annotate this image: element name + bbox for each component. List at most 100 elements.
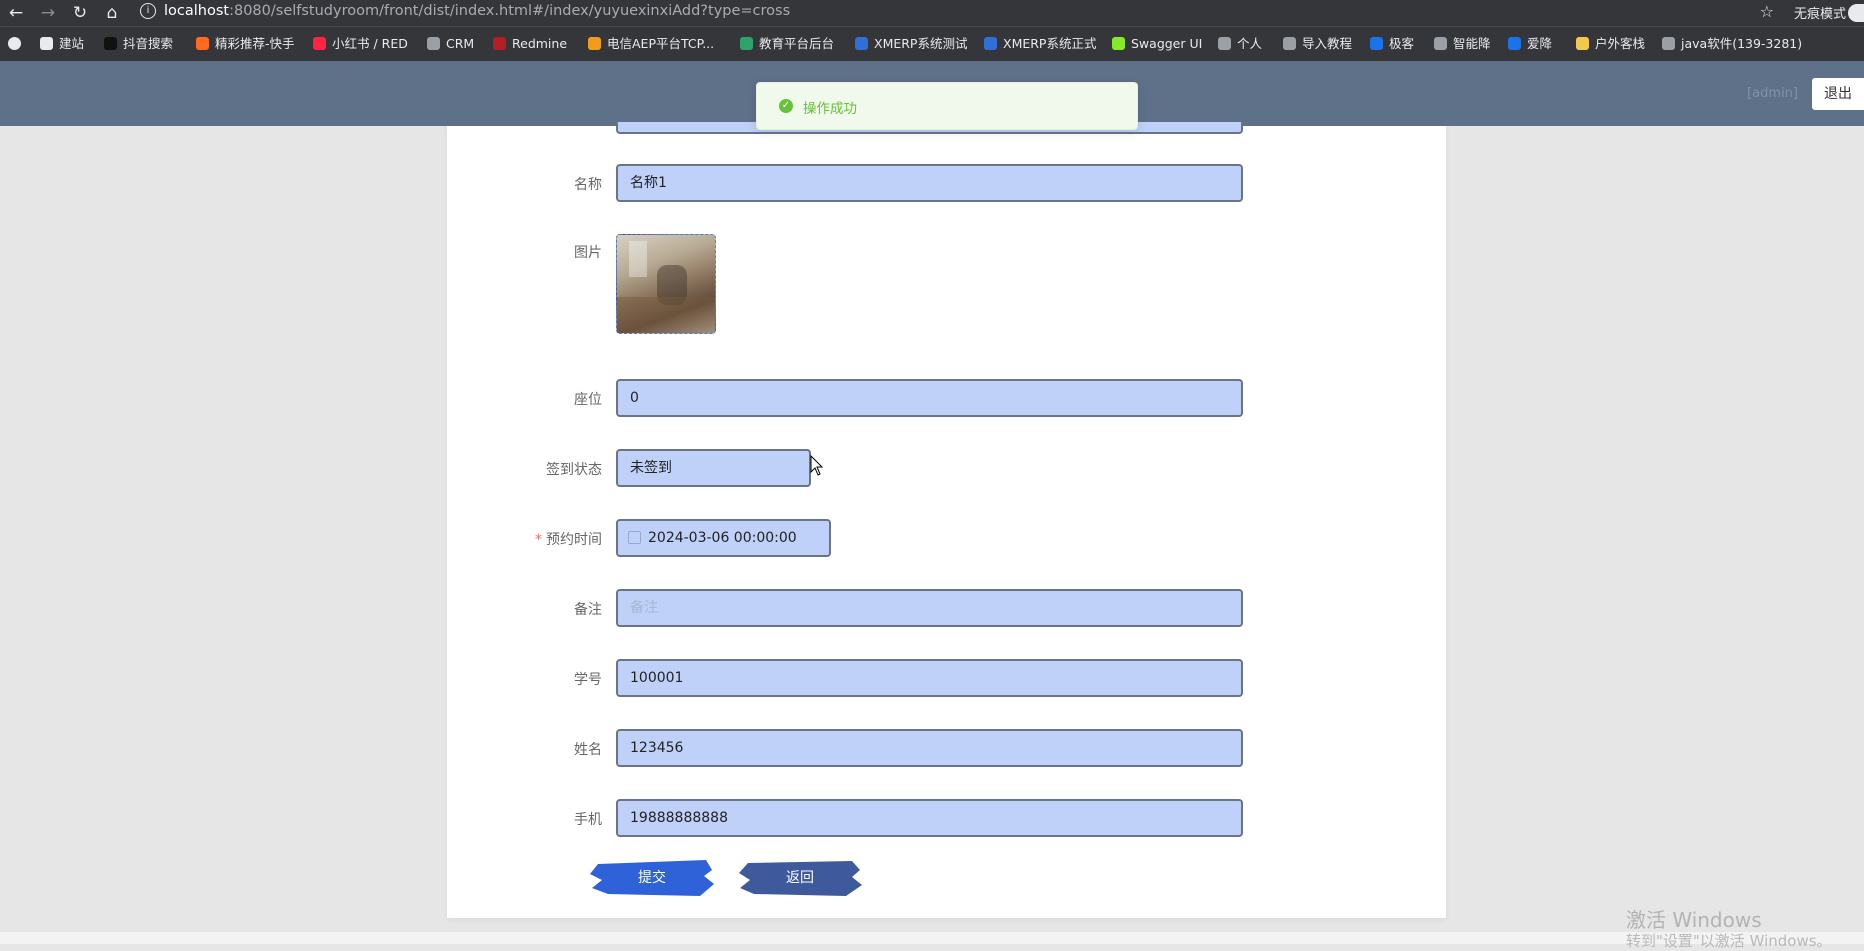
- bookmark-favicon-icon: [1370, 37, 1383, 50]
- remark-label: 备注: [574, 602, 602, 618]
- reload-icon[interactable]: ↻: [70, 3, 90, 23]
- back-arrow-icon[interactable]: ←: [6, 3, 26, 23]
- seat-label: 座位: [574, 392, 602, 408]
- phone-label: 手机: [574, 812, 602, 828]
- bookmark-favicon-icon: [427, 37, 440, 50]
- bookmark-label: 抖音搜索: [123, 36, 174, 51]
- phone-input[interactable]: 19888888888: [616, 799, 1243, 837]
- student-no-label: 学号: [574, 672, 602, 688]
- bookmark-favicon-icon: [1218, 37, 1231, 50]
- time-label: 预约时间: [546, 532, 602, 548]
- bookmark-item[interactable]: CRM: [427, 27, 474, 61]
- bookmark-favicon-icon: [104, 37, 117, 50]
- bookmark-star-icon[interactable]: ☆: [1760, 2, 1774, 21]
- bookmark-item[interactable]: 教育平台后台: [740, 27, 834, 61]
- checkin-label: 签到状态: [546, 462, 602, 478]
- bookmark-favicon-icon: [1508, 37, 1521, 50]
- bookmark-label: 电信AEP平台TCP...: [607, 36, 715, 51]
- bookmarks-bar: 建站 抖音搜索 精彩推荐-快手 小红书 / RED CRM Redmine 电信AEP平台T…: [0, 26, 1864, 61]
- bookmark-favicon-icon: [1576, 37, 1589, 50]
- bookmark-favicon-icon: [1434, 37, 1447, 50]
- bookmark-favicon-icon: [1112, 37, 1125, 50]
- bookmark-item[interactable]: Redmine: [493, 27, 567, 61]
- bookmark-label: 智能降: [1453, 36, 1491, 51]
- url-path: :8080/selfstudyroom/front/dist/index.htm…: [229, 3, 791, 19]
- bookmark-label: 教育平台后台: [759, 36, 835, 51]
- bookmark-label: 个人: [1237, 36, 1263, 51]
- bookmark-item[interactable]: 抖音搜索: [104, 27, 173, 61]
- name-input[interactable]: 名称1: [616, 164, 1243, 202]
- apps-icon[interactable]: [8, 27, 27, 61]
- bookmark-item[interactable]: 极客: [1370, 27, 1414, 61]
- bookmark-label: java软件(139-3281): [1681, 36, 1803, 51]
- bookmark-favicon-icon: [1283, 37, 1296, 50]
- bookmark-favicon-icon: [196, 37, 209, 50]
- seat-input[interactable]: 0: [616, 379, 1243, 417]
- incognito-label: 无痕模式: [1793, 7, 1846, 22]
- bookmark-label: 导入教程: [1302, 36, 1353, 51]
- url-host: localhost: [164, 3, 230, 19]
- bookmark-label: XMERP系统测试: [874, 36, 968, 51]
- required-mark: *: [535, 532, 542, 548]
- bookmark-item[interactable]: XMERP系统测试: [855, 27, 967, 61]
- submit-button[interactable]: 提交: [588, 858, 716, 898]
- appointment-time-picker[interactable]: 2024-03-06 00:00:00: [616, 519, 831, 557]
- remark-input[interactable]: 备注: [616, 589, 1243, 627]
- bookmark-label: CRM: [446, 36, 475, 51]
- bookmark-label: 户外客栈: [1595, 36, 1646, 51]
- bookmark-item[interactable]: 建站: [40, 27, 84, 61]
- bookmark-favicon-icon: [855, 37, 868, 50]
- bookmark-label: 建站: [59, 36, 85, 51]
- bookmark-item[interactable]: 小红书 / RED: [313, 27, 408, 61]
- uploaded-image-thumbnail[interactable]: [616, 234, 716, 334]
- bookmark-label: 极客: [1389, 36, 1415, 51]
- toast-message: 操作成功: [803, 101, 857, 117]
- bookmark-item[interactable]: XMERP系统正式: [984, 27, 1096, 61]
- bookmark-favicon-icon: [740, 37, 753, 50]
- student-no-input[interactable]: 100001: [616, 659, 1243, 697]
- activate-windows-hint: 转到"设置"以激活 Windows。: [1626, 932, 1832, 950]
- appointment-time-value: 2024-03-06 00:00:00: [648, 530, 797, 546]
- header-username: [admin]: [1747, 86, 1798, 101]
- bookmark-favicon-icon: [984, 37, 997, 50]
- back-button[interactable]: 返回: [736, 858, 864, 898]
- bookmark-favicon-icon: [1662, 37, 1675, 50]
- bookmark-item[interactable]: 导入教程: [1283, 27, 1352, 61]
- address-bar[interactable]: i localhost:8080/selfstudyroom/front/dist…: [140, 0, 1740, 24]
- bookmark-item[interactable]: 智能降: [1434, 27, 1491, 61]
- name-label: 名称: [574, 177, 602, 193]
- bookmark-item[interactable]: 个人: [1218, 27, 1262, 61]
- back-label: 返回: [786, 870, 814, 886]
- logout-button[interactable]: 退出: [1812, 78, 1864, 110]
- bookmark-label: XMERP系统正式: [1003, 36, 1097, 51]
- activate-windows-title: 激活 Windows: [1626, 908, 1762, 932]
- checkin-status-select[interactable]: 未签到: [616, 449, 811, 487]
- bookmark-item[interactable]: Swagger UI: [1112, 27, 1202, 61]
- bookmark-item[interactable]: 户外客栈: [1576, 27, 1645, 61]
- bookmark-item[interactable]: 爱降: [1508, 27, 1552, 61]
- bottom-strip: [0, 932, 1864, 944]
- student-name-input[interactable]: 123456: [616, 729, 1243, 767]
- bookmark-label: Swagger UI: [1131, 36, 1203, 51]
- browser-toolbar: ← → ↻ ⌂ i localhost:8080/selfstudyroom/fr…: [0, 0, 1864, 26]
- home-icon[interactable]: ⌂: [102, 3, 122, 23]
- submit-label: 提交: [638, 870, 666, 886]
- bookmark-label: Redmine: [512, 36, 568, 51]
- student-name-label: 姓名: [574, 742, 602, 758]
- bookmark-favicon-icon: [40, 37, 53, 50]
- success-toast: ✓ 操作成功: [756, 82, 1138, 130]
- bookmark-favicon-icon: [493, 37, 506, 50]
- bookmark-item[interactable]: 精彩推荐-快手: [196, 27, 295, 61]
- incognito-avatar-icon[interactable]: [1848, 4, 1864, 22]
- bookmark-item[interactable]: java软件(139-3281): [1662, 27, 1802, 61]
- mouse-cursor-icon: [810, 455, 824, 476]
- bookmark-item[interactable]: 电信AEP平台TCP...: [588, 27, 714, 61]
- form-panel: 名称 名称1 图片 座位 0 签到状态 未签到 * 预约时间 2024-03-06…: [447, 122, 1446, 918]
- image-label: 图片: [574, 245, 602, 261]
- calendar-icon: [628, 531, 641, 544]
- bookmark-favicon-icon: [313, 37, 326, 50]
- bookmark-label: 小红书 / RED: [332, 36, 408, 51]
- forward-arrow-icon[interactable]: →: [38, 3, 58, 23]
- bookmark-label: 精彩推荐-快手: [215, 36, 295, 51]
- site-info-icon[interactable]: i: [140, 3, 156, 19]
